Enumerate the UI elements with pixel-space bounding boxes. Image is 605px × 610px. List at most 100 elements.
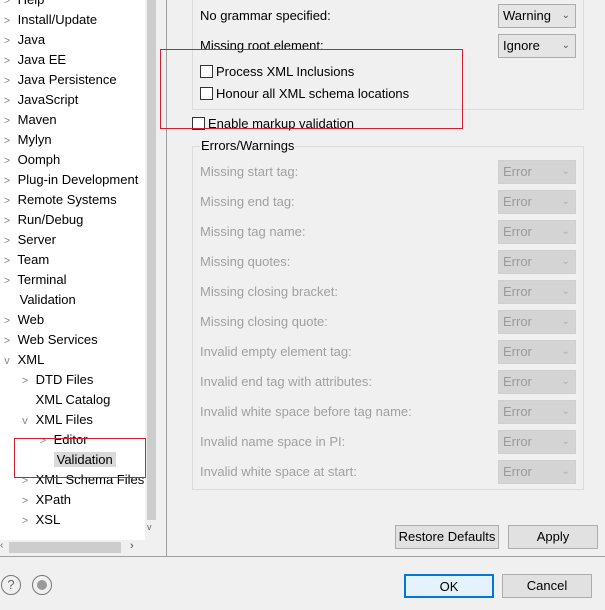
tree-item[interactable]: > Mylyn (0, 130, 52, 150)
error-setting-label: Invalid white space before tag name: (200, 404, 412, 419)
chevron-right-icon[interactable]: > (0, 111, 14, 131)
tree-item-label: Remote Systems (17, 192, 117, 207)
error-setting-label: Missing quotes: (200, 254, 291, 269)
tree-item[interactable]: > XSL (18, 510, 60, 530)
tree-item[interactable]: v XML Files (18, 410, 93, 430)
tree-item[interactable]: > Remote Systems (0, 190, 117, 210)
tree-item[interactable]: > Help (0, 0, 45, 10)
error-setting-select[interactable]: Error ⌄ (498, 220, 576, 244)
help-icon[interactable]: ? (1, 575, 21, 595)
select-value: Error (503, 374, 532, 389)
chevron-right-icon[interactable]: > (0, 151, 14, 171)
tree-item[interactable]: > Server (0, 230, 56, 250)
select-value: Error (503, 464, 532, 479)
error-setting-select[interactable]: Error ⌄ (498, 250, 576, 274)
error-setting-select[interactable]: Error ⌄ (498, 280, 576, 304)
restore-defaults-button[interactable]: Restore Defaults (395, 525, 499, 549)
tree-item[interactable]: > Web (0, 310, 44, 330)
tree-item[interactable]: > Run/Debug (0, 210, 84, 231)
select-value: Error (503, 284, 532, 299)
tree-item[interactable]: > Terminal (0, 270, 67, 290)
tree-item[interactable]: > Install/Update (0, 10, 97, 30)
error-setting-select[interactable]: Error ⌄ (498, 160, 576, 184)
tree-item-label: Server (17, 232, 56, 247)
tree-item[interactable]: v XML (0, 350, 44, 370)
missing-root-select[interactable]: Ignore ⌄ (498, 34, 576, 58)
chevron-right-icon[interactable]: > (0, 231, 14, 251)
chevron-down-icon[interactable]: v (18, 411, 32, 431)
chevron-down-icon: ⌄ (561, 196, 570, 207)
scroll-thumb[interactable] (9, 542, 121, 553)
tree-item[interactable]: > XPath (18, 490, 71, 510)
chevron-right-icon[interactable]: > (0, 171, 14, 191)
chevron-right-icon[interactable]: > (0, 211, 14, 231)
tree-item-label: XPath (35, 492, 72, 507)
no-grammar-select[interactable]: Warning ⌄ (498, 4, 576, 28)
chevron-right-icon[interactable]: > (0, 271, 14, 291)
tree-horizontal-scrollbar[interactable]: ‹ › (0, 540, 158, 555)
chevron-right-icon[interactable]: > (0, 91, 14, 111)
chevron-right-icon[interactable]: > (0, 71, 14, 91)
chevron-right-icon[interactable]: > (0, 131, 14, 151)
tree-item-label: Validation (19, 292, 76, 307)
tree-item[interactable]: > Web Services (0, 330, 98, 350)
tree-vertical-scrollbar[interactable]: v (145, 0, 158, 540)
select-value: Error (503, 194, 532, 209)
select-value: Error (503, 314, 532, 329)
scroll-right-icon[interactable]: › (130, 540, 134, 552)
tree-item[interactable]: > DTD Files (18, 370, 94, 391)
chevron-down-icon: ⌄ (561, 316, 570, 327)
chevron-right-icon[interactable]: > (0, 51, 14, 71)
error-setting-select[interactable]: Error ⌄ (498, 190, 576, 214)
error-setting-select[interactable]: Error ⌄ (498, 430, 576, 454)
import-export-icon[interactable] (32, 575, 52, 595)
error-setting-select[interactable]: Error ⌄ (498, 370, 576, 394)
chevron-down-icon: ⌄ (561, 256, 570, 267)
error-setting-label: Missing closing bracket: (200, 284, 338, 299)
tree-item[interactable]: XML Catalog (18, 390, 111, 410)
chevron-down-icon: ⌄ (561, 346, 570, 357)
chevron-right-icon[interactable]: > (18, 511, 32, 531)
chevron-right-icon[interactable]: > (18, 371, 32, 391)
chevron-right-icon[interactable]: > (0, 11, 14, 31)
chevron-down-icon: ⌄ (561, 436, 570, 447)
tree-item[interactable]: > Java EE (0, 50, 66, 70)
scroll-thumb[interactable] (147, 0, 156, 520)
error-setting-select[interactable]: Error ⌄ (498, 400, 576, 424)
scroll-down-icon[interactable]: v (147, 522, 152, 532)
ok-button[interactable]: OK (404, 574, 494, 598)
chevron-right-icon[interactable]: > (0, 31, 14, 51)
tree-item-label: XML (17, 352, 45, 367)
chevron-down-icon: ⌄ (561, 466, 570, 477)
scroll-left-icon[interactable]: ‹ (0, 540, 3, 551)
select-value: Ignore (503, 38, 540, 53)
error-setting-label: Missing start tag: (200, 164, 299, 179)
select-value: Error (503, 164, 532, 179)
tree-item[interactable]: > Java Persistence (0, 70, 117, 90)
tree-item[interactable]: > Plug-in Development (0, 170, 139, 191)
cancel-button[interactable]: Cancel (502, 574, 592, 598)
tree-item[interactable]: > JavaScript (0, 90, 79, 111)
chevron-down-icon: ⌄ (561, 10, 570, 21)
chevron-right-icon[interactable]: > (0, 251, 14, 271)
tree-item[interactable]: > Maven (0, 110, 57, 130)
tree-item-label: Java EE (17, 52, 67, 67)
error-setting-label: Missing tag name: (200, 224, 306, 239)
tree-item-label: Java (17, 32, 46, 47)
tree-item-label: Terminal (17, 272, 67, 287)
chevron-down-icon: ⌄ (561, 406, 570, 417)
chevron-right-icon[interactable]: > (0, 311, 14, 331)
tree-item[interactable]: > Team (0, 250, 49, 270)
tree-item[interactable]: Validation (0, 290, 76, 310)
error-setting-select[interactable]: Error ⌄ (498, 310, 576, 334)
chevron-right-icon[interactable]: > (0, 191, 14, 211)
tree-item[interactable]: > Oomph (0, 150, 60, 170)
chevron-right-icon[interactable]: > (0, 331, 14, 351)
select-value: Error (503, 224, 532, 239)
error-setting-select[interactable]: Error ⌄ (498, 340, 576, 364)
chevron-down-icon[interactable]: v (0, 351, 14, 371)
chevron-right-icon[interactable]: > (18, 491, 32, 511)
error-setting-select[interactable]: Error ⌄ (498, 460, 576, 484)
tree-item[interactable]: > Java (0, 30, 45, 50)
apply-button[interactable]: Apply (508, 525, 598, 549)
